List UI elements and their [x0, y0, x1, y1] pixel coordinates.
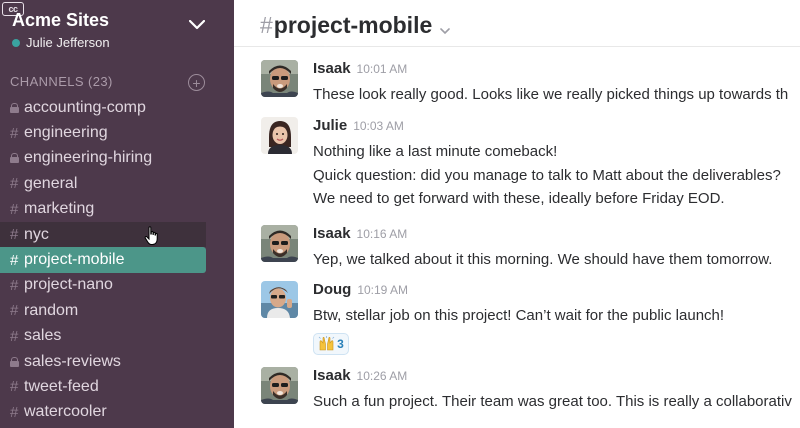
sidebar: cc Acme Sites Julie Jefferson CHANNELS (2… — [0, 0, 234, 428]
sidebar-item-sales-reviews[interactable]: sales-reviews — [0, 349, 234, 374]
lock-icon — [10, 102, 24, 113]
isaak-avatar[interactable] — [261, 60, 298, 97]
sidebar-item-marketing[interactable]: # marketing — [0, 197, 234, 222]
sidebar-item-label: tweet-feed — [24, 377, 99, 395]
sidebar-item-label: nyc — [24, 225, 49, 243]
message-header: Isaak 10:16 AM — [313, 225, 407, 242]
message-timestamp[interactable]: 10:26 AM — [357, 369, 408, 383]
message-author[interactable]: Isaak — [313, 225, 351, 242]
hash-icon: # — [10, 175, 19, 193]
hash-icon: # — [10, 302, 19, 320]
message-text: Such a fun project. Their team was great… — [313, 393, 792, 410]
message-header: Julie 10:03 AM — [313, 117, 404, 134]
sidebar-item-accounting-comp[interactable]: accounting-comp — [0, 95, 234, 120]
isaak-avatar[interactable] — [261, 225, 298, 262]
message-text: Nothing like a last minute comeback! — [313, 143, 558, 160]
message-header: Isaak 10:01 AM — [313, 60, 407, 77]
hash-icon: # — [10, 200, 19, 218]
isaak-avatar[interactable] — [261, 367, 298, 404]
channels-label: CHANNELS — [10, 74, 84, 89]
hash-icon: # — [10, 276, 19, 294]
sidebar-item-label: marketing — [24, 200, 95, 218]
sidebar-item-label: project-nano — [24, 276, 113, 294]
sidebar-item-tweet-feed[interactable]: # tweet-feed — [0, 374, 234, 399]
sidebar-item-engineering[interactable]: # engineering — [0, 120, 234, 145]
message-timestamp[interactable]: 10:19 AM — [357, 283, 408, 297]
raised-hands-icon — [318, 336, 335, 351]
team-name[interactable]: Acme Sites — [12, 10, 109, 31]
hash-icon: # — [10, 403, 19, 421]
channel-hash: # — [260, 12, 273, 38]
caret-down-icon[interactable] — [440, 14, 451, 41]
message-author[interactable]: Doug — [313, 281, 351, 298]
reaction-button[interactable]: 3 — [313, 332, 349, 355]
presence-dot — [12, 38, 20, 47]
sidebar-item-label: general — [24, 174, 78, 192]
sidebar-item-general[interactable]: # general — [0, 171, 234, 196]
sidebar-item-label: random — [24, 301, 79, 319]
message-author[interactable]: Isaak — [313, 60, 351, 77]
channel-title[interactable]: # project-mobile — [260, 10, 451, 41]
message-header: Isaak 10:26 AM — [313, 367, 407, 384]
lock-icon — [10, 356, 24, 367]
sidebar-item-nyc[interactable]: # nyc — [0, 221, 206, 248]
hash-icon: # — [10, 124, 19, 142]
message-text: Btw, stellar job on this project! Can’t … — [313, 307, 725, 324]
sidebar-item-sales[interactable]: # sales — [0, 324, 234, 349]
reaction-count: 3 — [337, 336, 344, 351]
channels-count: (23) — [88, 74, 113, 89]
sidebar-item-label: sales — [24, 327, 62, 345]
sidebar-item-label: project-mobile — [24, 251, 125, 269]
current-user[interactable]: Julie Jefferson — [12, 35, 110, 50]
sidebar-item-label: engineering — [24, 124, 108, 142]
doug-avatar[interactable] — [261, 281, 298, 318]
message-timestamp[interactable]: 10:01 AM — [357, 62, 408, 76]
message-text: Quick question: did you manage to talk t… — [313, 166, 781, 184]
sidebar-item-label: accounting-comp — [24, 98, 146, 116]
channel-list: accounting-comp # engineering engineering-h… — [0, 95, 234, 425]
chevron-down-icon[interactable] — [186, 15, 208, 35]
message-author[interactable]: Julie — [313, 117, 347, 134]
hash-icon: # — [10, 378, 19, 396]
channel-name: project-mobile — [273, 12, 433, 38]
sidebar-item-label: engineering-hiring — [24, 149, 153, 167]
hash-icon: # — [10, 251, 19, 269]
add-channel-icon[interactable]: + — [188, 74, 205, 91]
message-header: Doug 10:19 AM — [313, 281, 408, 298]
sidebar-item-project-nano[interactable]: # project-nano — [0, 273, 234, 298]
header-divider — [234, 46, 800, 47]
message-timestamp[interactable]: 10:03 AM — [353, 119, 404, 133]
sidebar-item-random[interactable]: # random — [0, 298, 234, 323]
sidebar-item-engineering-hiring[interactable]: engineering-hiring — [0, 146, 234, 171]
message-text: Yep, we talked about it this morning. We… — [313, 251, 773, 268]
channels-header[interactable]: CHANNELS (23) — [10, 74, 113, 89]
message-timestamp[interactable]: 10:16 AM — [357, 227, 408, 241]
message-text: These look really good. Looks like we re… — [313, 86, 789, 103]
sidebar-item-label: watercooler — [24, 403, 107, 421]
sidebar-item-project-mobile[interactable]: # project-mobile — [0, 247, 206, 273]
message-text: We need to get forward with these, ideal… — [313, 190, 725, 207]
sidebar-item-label: sales-reviews — [24, 352, 121, 370]
user-name: Julie Jefferson — [26, 35, 110, 50]
lock-icon — [10, 153, 24, 164]
message-author[interactable]: Isaak — [313, 367, 351, 384]
hash-icon: # — [10, 327, 19, 345]
sidebar-item-watercooler[interactable]: # watercooler — [0, 400, 234, 425]
message-pane: # project-mobile Isaak 10:01 AM These look… — [234, 0, 800, 428]
hand-cursor-icon — [144, 226, 158, 245]
hash-icon: # — [10, 226, 19, 244]
julie-avatar[interactable] — [261, 117, 298, 154]
